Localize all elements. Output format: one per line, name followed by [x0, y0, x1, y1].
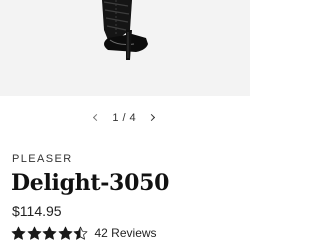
- chevron-right-icon[interactable]: [148, 110, 158, 126]
- star-full-icon: [27, 226, 41, 240]
- gallery-page-counter: 1/4: [112, 112, 135, 124]
- star-full-icon: [58, 226, 72, 240]
- product-title: Delight-3050: [11, 170, 170, 196]
- boot-image: [102, 0, 148, 60]
- star-half-icon: [73, 226, 88, 240]
- total-pages: 4: [129, 112, 136, 124]
- product-rating[interactable]: 42 Reviews: [11, 224, 157, 242]
- reviews-link[interactable]: 42 Reviews: [95, 226, 157, 240]
- product-image-gallery[interactable]: [0, 0, 250, 96]
- current-page: 1: [112, 112, 119, 124]
- product-brand[interactable]: PLEASER: [12, 153, 73, 165]
- gallery-pagination: 1/4: [0, 110, 250, 126]
- chevron-left-icon[interactable]: [92, 110, 102, 126]
- product-price: $114.95: [12, 203, 62, 219]
- star-full-icon: [11, 226, 26, 240]
- rating-stars: [11, 226, 89, 241]
- page-separator: /: [122, 112, 126, 124]
- star-full-icon: [42, 226, 57, 240]
